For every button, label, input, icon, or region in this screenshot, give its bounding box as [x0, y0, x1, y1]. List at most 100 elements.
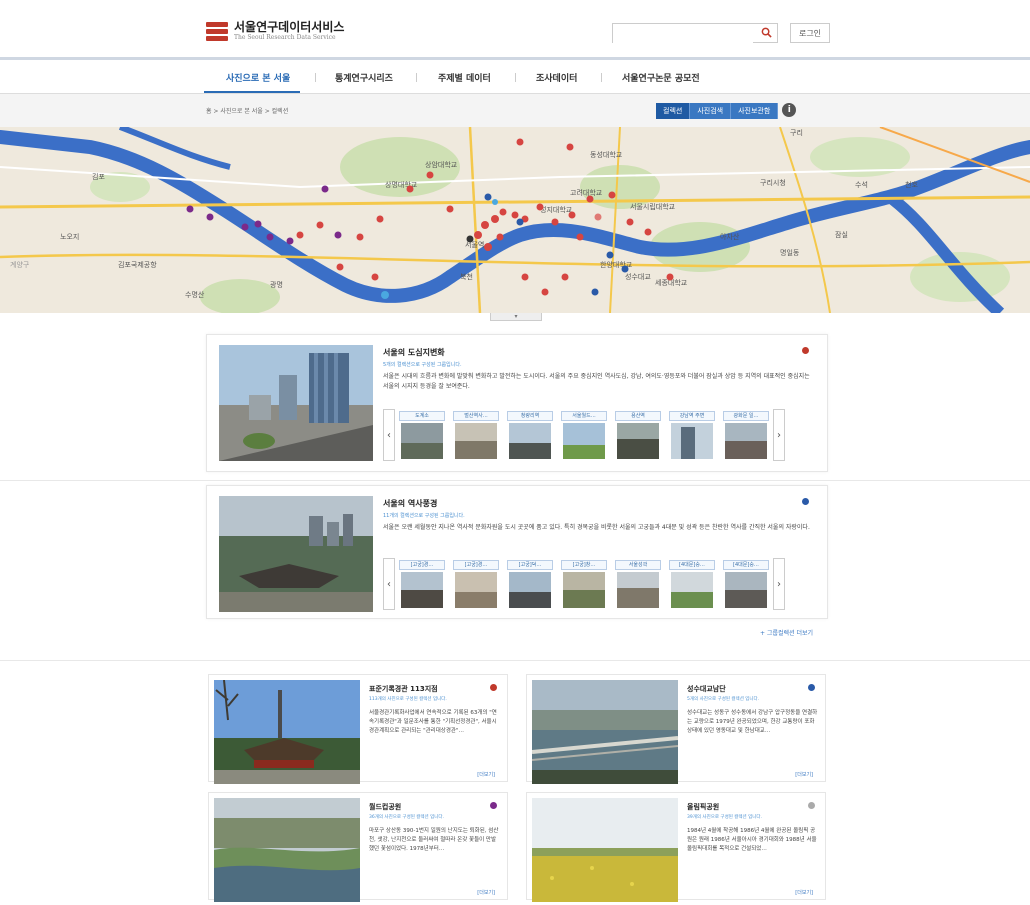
card-thumbnail[interactable] [214, 798, 360, 902]
nav-item-survey-data[interactable]: 조사데이터 [536, 71, 577, 84]
map-collapse-toggle[interactable]: ▾ [490, 313, 542, 321]
svg-text:김포국제공항: 김포국제공항 [118, 260, 157, 269]
more-groups-link[interactable]: + 그룹컬렉션 더보기 [760, 628, 813, 637]
logo-mark-icon [206, 20, 228, 42]
strip-next-button[interactable]: › [773, 409, 785, 461]
nav-item-photo-seoul[interactable]: 사진으로 본 서울 [226, 71, 290, 84]
collection-count: 11개의 컬렉션으로 구성된 그룹입니다. [383, 513, 465, 519]
strip-item[interactable]: 광화문 일… [723, 409, 769, 461]
strip-item[interactable]: 서울성곽 [615, 558, 661, 610]
strip-item[interactable]: 벌산역사… [453, 409, 499, 461]
strip-item[interactable]: 도계소 [399, 409, 445, 461]
svg-text:수명산: 수명산 [185, 290, 205, 299]
collection-thumbnail[interactable] [219, 345, 373, 461]
map-canvas: 김포 김포국제공항 노오지 계양구 광명 수명산 상암대학교 북천 성지대학교 … [0, 127, 1030, 313]
svg-text:명일동: 명일동 [780, 248, 800, 257]
svg-text:노오지: 노오지 [60, 232, 79, 241]
nav-item-stats-series[interactable]: 통계연구시리즈 [335, 71, 393, 84]
collection-thumbnail[interactable] [219, 496, 373, 612]
card-title[interactable]: 올림픽공원 [687, 802, 719, 812]
card-title[interactable]: 성수대교남단 [687, 684, 726, 694]
collection-title[interactable]: 서울의 역사풍경 [383, 498, 437, 509]
svg-text:수석: 수석 [855, 180, 868, 189]
view-tabs: 컬렉션 사진검색 사진보관함 i [656, 103, 797, 119]
tab-photo-storage[interactable]: 사진보관함 [731, 103, 779, 119]
collection-title[interactable]: 서울의 도심지변화 [383, 347, 445, 358]
strip-item[interactable]: [고궁]덕… [507, 558, 553, 610]
collection-card[interactable]: 서울의 도심지변화 5개의 컬렉션으로 구성된 그룹입니다. 서울은 시대의 흐… [206, 334, 828, 472]
strip-next-button[interactable]: › [773, 558, 785, 610]
nav-item-paper-contest[interactable]: 서울연구논문 공모전 [622, 71, 700, 84]
collection-card[interactable]: 서울의 역사풍경 11개의 컬렉션으로 구성된 그룹입니다. 서울은 오랜 세월… [206, 485, 828, 619]
info-icon[interactable]: i [782, 103, 797, 117]
card-more-link[interactable]: [더보기] [795, 771, 813, 778]
search-input[interactable] [613, 27, 753, 46]
strip-item[interactable]: 강남역 주변 [669, 409, 715, 461]
nav-active-indicator [204, 91, 300, 93]
search-box [612, 23, 778, 46]
search-icon[interactable] [761, 27, 772, 38]
svg-text:성수대교: 성수대교 [625, 272, 651, 281]
card-description: 성수대교는 성동구 성수동에서 강남구 압구정동을 연결하는 교량으로 1979… [687, 710, 818, 734]
tab-collection[interactable]: 컬렉션 [656, 103, 691, 119]
strip-item[interactable]: [고궁]창… [561, 558, 607, 610]
strip-prev-button[interactable]: ‹ [383, 409, 395, 461]
svg-text:천호: 천호 [905, 180, 918, 189]
card-description: 마포구 상산동 390-1번지 일원의 난지도는 퇴화된, 섬산천, 샛강, 난… [369, 828, 499, 852]
svg-text:잠실: 잠실 [835, 230, 848, 239]
card-count: 36개의 사진으로 구성된 컬렉션 입니다. [369, 815, 444, 820]
strip-prev-button[interactable]: ‹ [383, 558, 395, 610]
collection-photo-strip: ‹ 도계소 벌산역사… 청량리역 서울월드… 용산역 강남역 주변 광화문 일…… [383, 409, 787, 461]
card-title[interactable]: 월드컵공원 [369, 802, 401, 812]
collection-photo-strip: ‹ [고궁]경… [고궁]경… [고궁]덕… [고궁]창… 서울성곽 [4대문]… [383, 558, 787, 610]
photo-collection-card[interactable]: 월드컵공원 36개의 사진으로 구성된 컬렉션 입니다. 마포구 상산동 390… [208, 792, 508, 902]
svg-text:김포: 김포 [92, 173, 105, 181]
svg-text:서울시립대학교: 서울시립대학교 [630, 202, 676, 211]
site-logo[interactable]: 서울연구데이터서비스 The Seoul Research Data Servi… [206, 20, 344, 42]
card-count: 5개의 사진으로 구성된 컬렉션 입니다. [687, 697, 760, 702]
strip-item[interactable]: 서울월드… [561, 409, 607, 461]
main-nav: 사진으로 본 서울 통계연구시리즈 주제별 데이터 조사데이터 서울연구논문 공… [0, 60, 1030, 94]
logo-title: 서울연구데이터서비스 [234, 19, 345, 34]
card-more-link[interactable]: [더보기] [795, 889, 813, 896]
card-title[interactable]: 표준기록경관 113지점 [369, 684, 438, 694]
svg-text:북천: 북천 [460, 272, 473, 281]
strip-item[interactable]: [고궁]경… [453, 558, 499, 610]
svg-text:아차산: 아차산 [720, 232, 740, 241]
svg-text:구리시청: 구리시청 [760, 178, 786, 187]
collection-color-dot [802, 498, 809, 505]
svg-text:상암대학교: 상암대학교 [425, 160, 458, 169]
breadcrumb-bar: 홈 > 사진으로 본 서울 > 컬렉션 컬렉션 사진검색 사진보관함 i [0, 94, 1030, 127]
card-color-dot [808, 684, 815, 691]
svg-text:고려대학교: 고려대학교 [570, 188, 603, 197]
strip-item[interactable]: [고궁]경… [399, 558, 445, 610]
photo-collection-card[interactable]: 표준기록경관 113지점 113개의 사진으로 구성된 컬렉션 입니다. 서울경… [208, 674, 508, 784]
photo-collection-card[interactable]: 성수대교남단 5개의 사진으로 구성된 컬렉션 입니다. 성수대교는 성동구 성… [526, 674, 826, 784]
svg-text:동성대학교: 동성대학교 [590, 150, 623, 159]
card-more-link[interactable]: [더보기] [477, 771, 495, 778]
card-more-link[interactable]: [더보기] [477, 889, 495, 896]
breadcrumb: 홈 > 사진으로 본 서울 > 컬렉션 [206, 108, 289, 115]
strip-item[interactable]: 청량리역 [507, 409, 553, 461]
card-thumbnail[interactable] [532, 798, 678, 902]
strip-item[interactable]: 용산역 [615, 409, 661, 461]
svg-text:성지대학교: 성지대학교 [540, 205, 573, 214]
card-color-dot [808, 802, 815, 809]
card-thumbnail[interactable] [214, 680, 360, 784]
card-description: 서울경관기록화사업에서 연속적으로 기록된 63개의 "연속기록경관"과 일문조… [369, 710, 497, 734]
svg-text:구리: 구리 [790, 128, 803, 137]
svg-text:계양구: 계양구 [10, 260, 30, 269]
nav-item-topic-data[interactable]: 주제별 데이터 [438, 71, 491, 84]
login-button[interactable]: 로그인 [790, 23, 830, 43]
site-header: 서울연구데이터서비스 The Seoul Research Data Servi… [0, 0, 1030, 60]
strip-item[interactable]: [4대문]숭… [723, 558, 769, 610]
logo-subtitle: The Seoul Research Data Service [234, 33, 336, 41]
strip-item[interactable]: [4대문]숭… [669, 558, 715, 610]
card-description: 1984년 4월에 착공해 1986년 4월에 완공된 올림픽 공원은 원래 1… [687, 828, 817, 852]
card-color-dot [490, 684, 497, 691]
tab-photo-search[interactable]: 사진검색 [690, 103, 732, 119]
card-thumbnail[interactable] [532, 680, 678, 784]
photo-collection-card[interactable]: 올림픽공원 39개의 사진으로 구성된 컬렉션 입니다. 1984년 4월에 착… [526, 792, 826, 902]
section-divider [0, 660, 1030, 661]
photo-map[interactable]: 김포 김포국제공항 노오지 계양구 광명 수명산 상암대학교 북천 성지대학교 … [0, 127, 1030, 313]
